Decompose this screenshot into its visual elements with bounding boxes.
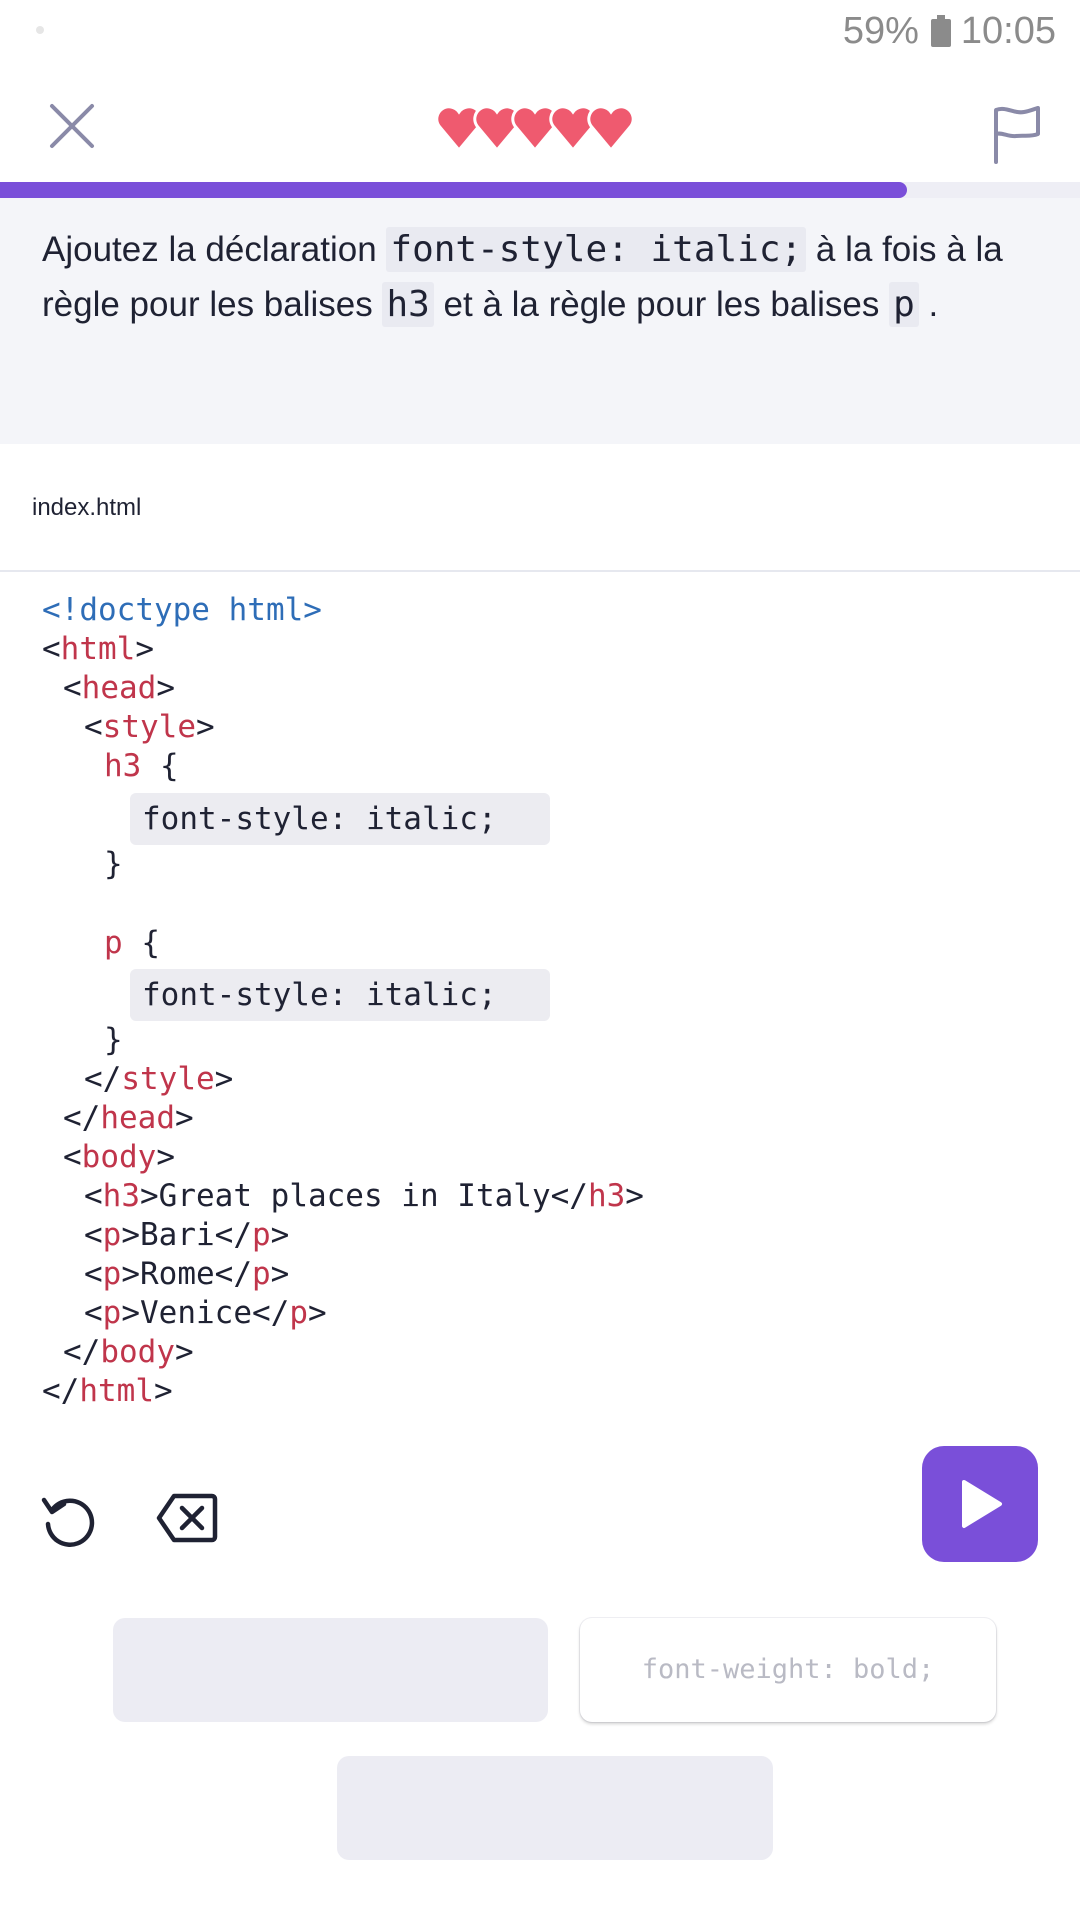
answer-slot-2[interactable]: font-style: italic;	[130, 969, 550, 1021]
tag-chip-h3: h3	[382, 282, 434, 327]
close-button[interactable]	[44, 98, 100, 154]
code-line: h3 {	[104, 748, 179, 784]
code-line: p {	[104, 925, 160, 961]
answer-option-1-used	[113, 1618, 548, 1722]
code-line: <p>Bari</p>	[84, 1217, 290, 1253]
answer-option-2[interactable]: font-weight: bold;	[580, 1618, 996, 1722]
hearts-icon	[435, 105, 635, 153]
play-icon	[962, 1480, 1002, 1528]
instruction-text: Ajoutez la déclaration font-style: itali…	[42, 227, 1003, 327]
run-button[interactable]	[922, 1446, 1038, 1562]
clock: 10:05	[960, 9, 1056, 52]
code-line: <html>	[42, 631, 154, 667]
code-line: <body>	[63, 1139, 175, 1175]
status-dot	[36, 26, 44, 34]
reset-button[interactable]	[40, 1490, 98, 1548]
code-line: </body>	[63, 1334, 194, 1370]
instruction-panel: Ajoutez la déclaration font-style: itali…	[0, 198, 1080, 444]
code-line: }	[104, 846, 123, 882]
code-line: <h3>Great places in Italy</h3>	[84, 1178, 644, 1214]
clear-button[interactable]	[156, 1492, 218, 1544]
status-bar: 59% 10:05	[0, 0, 1080, 62]
code-line: </head>	[63, 1100, 194, 1136]
battery-percent: 59%	[842, 9, 919, 52]
lesson-header	[0, 70, 1080, 190]
lesson-progress-bar	[0, 182, 1080, 198]
code-line: <style>	[84, 709, 215, 745]
answer-slot-1[interactable]: font-style: italic;	[130, 793, 550, 845]
file-tab-bar: index.html	[0, 444, 1080, 572]
code-line: </style>	[84, 1061, 234, 1097]
battery-icon	[930, 15, 951, 47]
code-line: </html>	[42, 1373, 173, 1409]
progress-fill	[0, 182, 908, 198]
tag-chip-p: p	[889, 282, 919, 327]
code-line: <!doctype html>	[42, 592, 322, 628]
close-icon	[50, 104, 94, 148]
code-line: }	[104, 1022, 123, 1058]
code-line: <p>Rome</p>	[84, 1256, 290, 1292]
declaration-chip: font-style: italic;	[386, 227, 807, 272]
reset-icon	[41, 1497, 95, 1547]
code-line: <p>Venice</p>	[84, 1295, 327, 1331]
backspace-icon	[156, 1493, 218, 1543]
code-line: <head>	[63, 670, 175, 706]
flag-icon	[994, 106, 1040, 164]
report-flag-button[interactable]	[990, 104, 1042, 166]
answer-option-3-used	[337, 1756, 773, 1860]
file-tab-index-html[interactable]: index.html	[32, 494, 141, 522]
